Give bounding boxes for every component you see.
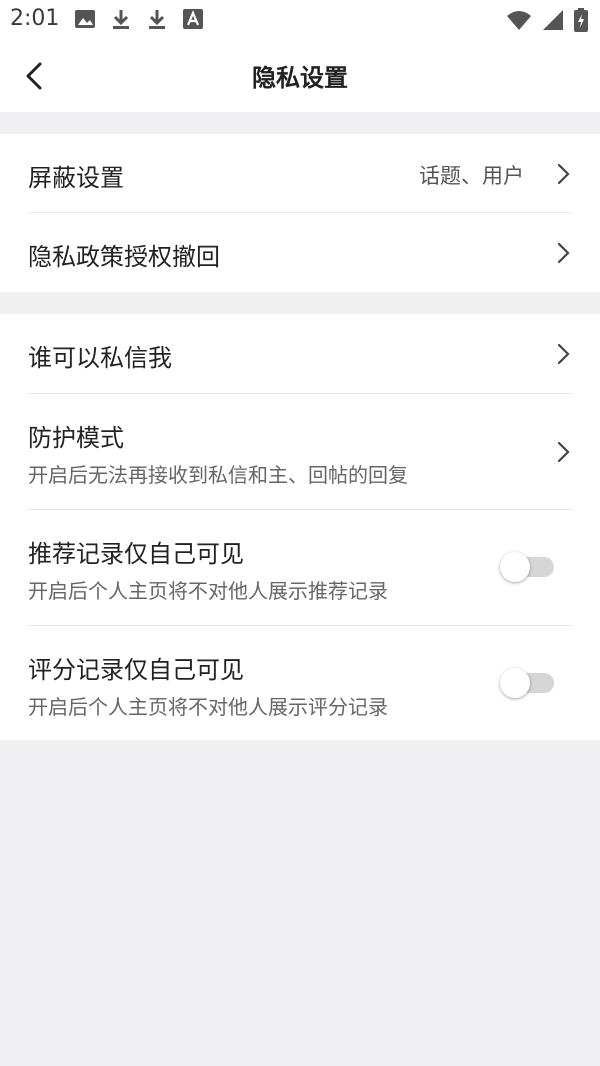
setting-title: 推荐记录仅自己可见	[28, 540, 244, 568]
chevron-right-icon	[557, 441, 570, 463]
notification-icons	[74, 8, 204, 30]
settings-section-blocking: 屏蔽设置 话题、用户 隐私政策授权撤回	[0, 134, 600, 292]
status-bar: 2:01	[0, 0, 600, 40]
setting-title: 谁可以私信我	[28, 344, 172, 372]
chevron-right-icon	[557, 242, 570, 264]
toggle-knob	[500, 668, 530, 698]
battery-icon	[574, 8, 588, 32]
setting-value: 话题、用户	[419, 164, 524, 188]
setting-title: 防护模式	[28, 424, 124, 452]
image-icon	[75, 10, 95, 28]
page-header: 隐私设置	[0, 40, 600, 112]
setting-subtitle: 开启后无法再接收到私信和主、回帖的回复	[28, 463, 408, 487]
setting-row-block-settings[interactable]: 屏蔽设置 话题、用户	[0, 134, 600, 213]
setting-row-who-can-message[interactable]: 谁可以私信我	[0, 314, 600, 393]
font-icon	[183, 9, 203, 29]
setting-subtitle: 开启后个人主页将不对他人展示评分记录	[28, 695, 388, 719]
download-icon	[149, 10, 165, 29]
system-icons	[506, 8, 588, 32]
cellular-signal-icon	[543, 10, 563, 30]
setting-row-recommend-private: 推荐记录仅自己可见 开启后个人主页将不对他人展示推荐记录	[0, 510, 600, 625]
toggle-knob	[500, 552, 530, 582]
status-time: 2:01	[10, 6, 60, 31]
setting-title: 评分记录仅自己可见	[28, 656, 244, 684]
chevron-right-icon	[557, 163, 570, 185]
setting-title: 屏蔽设置	[28, 164, 124, 192]
wifi-icon	[507, 11, 531, 30]
download-icon	[113, 10, 129, 29]
setting-title: 隐私政策授权撤回	[28, 243, 220, 271]
page-title: 隐私设置	[252, 64, 348, 92]
chevron-right-icon	[557, 343, 570, 365]
setting-row-privacy-revoke[interactable]: 隐私政策授权撤回	[0, 213, 600, 292]
rating-private-toggle[interactable]	[500, 668, 556, 698]
settings-section-messaging: 谁可以私信我 防护模式 开启后无法再接收到私信和主、回帖的回复 推荐记录仅自己可…	[0, 314, 600, 740]
setting-subtitle: 开启后个人主页将不对他人展示推荐记录	[28, 579, 388, 603]
setting-row-protection-mode[interactable]: 防护模式 开启后无法再接收到私信和主、回帖的回复	[0, 394, 600, 509]
setting-row-rating-private: 评分记录仅自己可见 开启后个人主页将不对他人展示评分记录	[0, 626, 600, 740]
recommend-private-toggle[interactable]	[500, 552, 556, 582]
